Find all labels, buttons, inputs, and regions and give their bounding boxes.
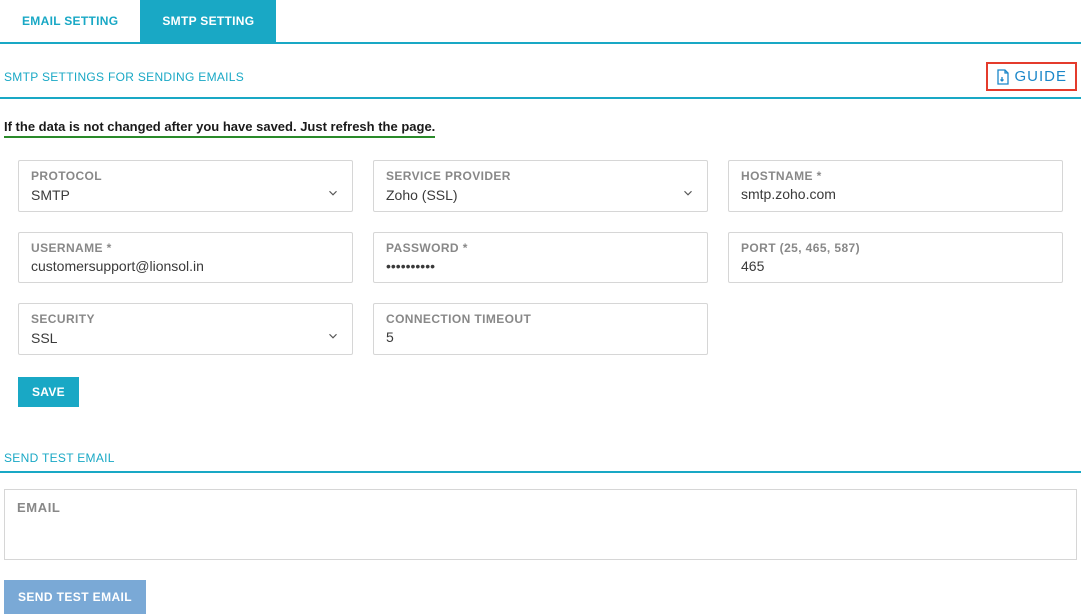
smtp-form: PROTOCOL SERVICE PROVIDER HOSTNAME * USE… <box>0 138 1081 355</box>
chevron-down-icon <box>681 186 695 203</box>
section-test-header: SEND TEST EMAIL <box>0 433 1081 473</box>
service-provider-label: SERVICE PROVIDER <box>386 169 695 183</box>
protocol-value[interactable] <box>31 187 318 203</box>
connection-timeout-input[interactable] <box>386 329 695 345</box>
username-field[interactable]: USERNAME * <box>18 232 353 283</box>
chevron-down-icon <box>326 329 340 346</box>
port-input[interactable] <box>741 258 1050 274</box>
protocol-label: PROTOCOL <box>31 169 340 183</box>
connection-timeout-label: CONNECTION TIMEOUT <box>386 312 695 326</box>
send-test-email-button[interactable]: SEND TEST EMAIL <box>4 580 146 614</box>
hostname-field[interactable]: HOSTNAME * <box>728 160 1063 212</box>
section-smtp-header: SMTP SETTINGS FOR SENDING EMAILS GUIDE <box>0 44 1081 99</box>
test-email-input[interactable] <box>17 515 1064 531</box>
empty-cell <box>728 303 1063 355</box>
security-value[interactable] <box>31 330 318 346</box>
notice-text: If the data is not changed after you hav… <box>4 119 435 138</box>
section-smtp-title: SMTP SETTINGS FOR SENDING EMAILS <box>4 70 244 84</box>
connection-timeout-field[interactable]: CONNECTION TIMEOUT <box>373 303 708 355</box>
password-input[interactable] <box>386 258 695 274</box>
protocol-select[interactable]: PROTOCOL <box>18 160 353 212</box>
service-provider-value[interactable] <box>386 187 673 203</box>
section-test-title: SEND TEST EMAIL <box>4 451 115 465</box>
guide-button[interactable]: GUIDE <box>986 62 1077 91</box>
username-label: USERNAME * <box>31 241 340 255</box>
test-email-field[interactable]: EMAIL <box>4 489 1077 560</box>
test-email-label: EMAIL <box>17 500 1064 515</box>
guide-label: GUIDE <box>1014 68 1067 85</box>
port-field[interactable]: PORT (25, 465, 587) <box>728 232 1063 283</box>
password-label: PASSWORD * <box>386 241 695 255</box>
tab-email-setting[interactable]: EMAIL SETTING <box>0 0 140 42</box>
security-select[interactable]: SECURITY <box>18 303 353 355</box>
hostname-label: HOSTNAME * <box>741 169 1050 183</box>
hostname-input[interactable] <box>741 186 1050 202</box>
tabs-container: EMAIL SETTING SMTP SETTING <box>0 0 1081 44</box>
chevron-down-icon <box>326 186 340 203</box>
username-input[interactable] <box>31 258 340 274</box>
pdf-icon <box>996 69 1010 85</box>
security-label: SECURITY <box>31 312 340 326</box>
password-field[interactable]: PASSWORD * <box>373 232 708 283</box>
port-label: PORT (25, 465, 587) <box>741 241 1050 255</box>
save-button[interactable]: SAVE <box>18 377 79 407</box>
service-provider-select[interactable]: SERVICE PROVIDER <box>373 160 708 212</box>
tab-smtp-setting[interactable]: SMTP SETTING <box>140 0 276 42</box>
